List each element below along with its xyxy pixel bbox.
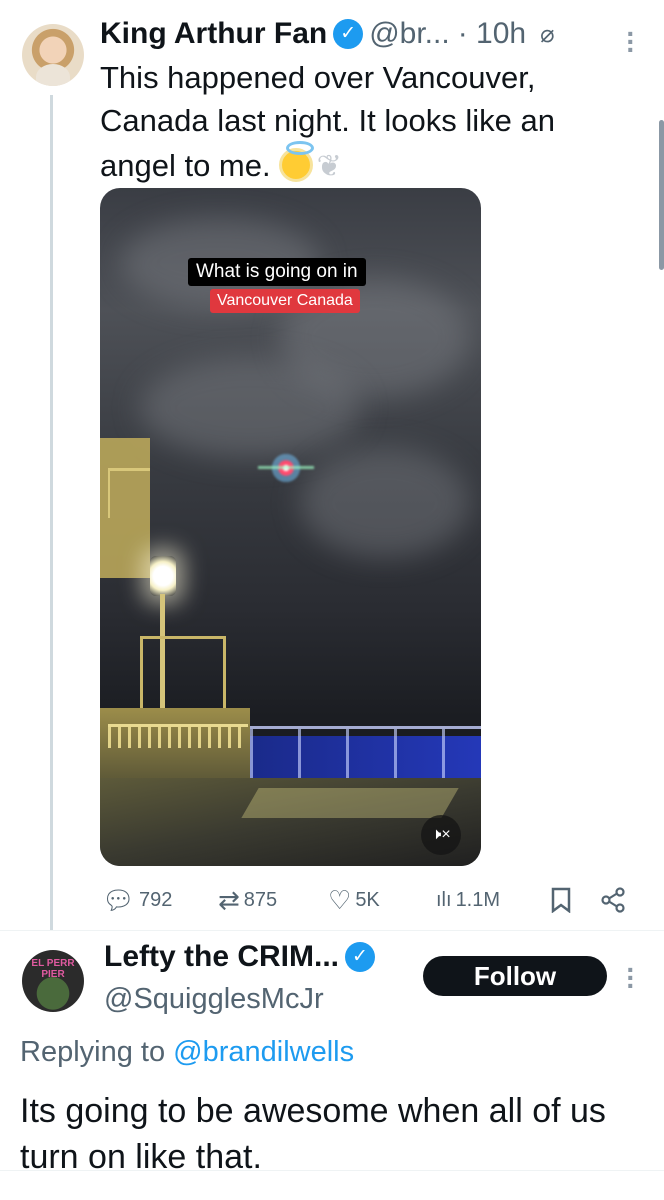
cloud-shape bbox=[140, 358, 360, 458]
verified-badge-icon: ✓ bbox=[345, 942, 376, 972]
mute-button[interactable]: 🕨× bbox=[421, 815, 461, 855]
bookmark-button[interactable] bbox=[550, 882, 572, 918]
repost-button[interactable]: ⇄ 875 bbox=[218, 882, 277, 918]
avatar[interactable]: EL PERR PIER bbox=[22, 950, 84, 1012]
smiling-face-with-halo-icon bbox=[278, 141, 314, 182]
repost-icon: ⇄ bbox=[218, 884, 240, 915]
replying-to-link[interactable]: @brandilwells bbox=[173, 1036, 354, 1068]
author-name[interactable]: King Arthur Fan bbox=[100, 17, 327, 51]
tweet-text: This happened over Vancouver, Canada las… bbox=[100, 56, 620, 188]
deck-lamp bbox=[150, 556, 176, 596]
video-caption-line2: Vancouver Canada bbox=[210, 289, 360, 313]
more-options-icon[interactable]: · · · bbox=[626, 20, 636, 64]
grok-icon[interactable]: ⌀ bbox=[540, 20, 554, 49]
tweet-header: King Arthur Fan ✓ @br... · 10h ⌀ bbox=[100, 14, 640, 54]
author-handle[interactable]: @br... bbox=[369, 17, 449, 51]
scrollbar[interactable] bbox=[659, 120, 664, 270]
share-button[interactable] bbox=[600, 882, 626, 918]
like-button[interactable]: ♡ 5K bbox=[328, 882, 380, 918]
more-options-icon[interactable]: · · · bbox=[626, 956, 636, 1000]
wing-icon: ❦ bbox=[316, 150, 342, 183]
divider bbox=[0, 1170, 664, 1171]
views-button[interactable]: ılı 1.1M bbox=[436, 882, 500, 918]
replying-prefix: Replying to bbox=[20, 1036, 174, 1068]
reply-count: 792 bbox=[139, 888, 173, 911]
blue-railing bbox=[250, 726, 481, 786]
verified-badge-icon: ✓ bbox=[333, 19, 364, 49]
video-caption-line1: What is going on in bbox=[188, 258, 366, 286]
like-count: 5K bbox=[355, 888, 380, 911]
tweet-actions: 💬︎ 792 ⇄ 875 ♡ 5K ılı 1.1M bbox=[100, 882, 640, 918]
deck-reflection bbox=[241, 788, 459, 818]
reply-icon: 💬︎ bbox=[102, 884, 136, 915]
follow-button[interactable]: Follow bbox=[423, 956, 607, 996]
replying-to: Replying to @brandilwells bbox=[20, 1036, 354, 1069]
tweet-time[interactable]: · 10h bbox=[458, 17, 526, 51]
repost-count: 875 bbox=[243, 888, 278, 911]
share-icon bbox=[601, 887, 625, 913]
thread-connector-line bbox=[50, 95, 53, 930]
sky-light bbox=[258, 450, 314, 486]
ship-cabin bbox=[140, 636, 226, 716]
deck-railing bbox=[108, 724, 248, 748]
avatar-sign-text: EL PERR PIER bbox=[31, 958, 75, 980]
video-player[interactable]: What is going on in Vancouver Canada 🕨× bbox=[100, 188, 481, 866]
avatar[interactable] bbox=[22, 24, 84, 86]
heart-icon: ♡ bbox=[328, 884, 352, 915]
reply-author-row: Lefty the CRIM... ✓ bbox=[104, 940, 381, 974]
ship-railing bbox=[108, 468, 150, 518]
analytics-icon: ılı bbox=[436, 888, 452, 911]
views-count: 1.1M bbox=[455, 888, 501, 911]
cloud-shape bbox=[300, 448, 470, 558]
bookmark-icon bbox=[551, 887, 571, 913]
divider bbox=[0, 930, 664, 931]
reply-text: Its going to be awesome when all of us t… bbox=[20, 1092, 606, 1176]
author-name[interactable]: Lefty the CRIM... bbox=[104, 940, 339, 974]
author-handle[interactable]: @SquigglesMcJr bbox=[104, 983, 324, 1016]
reply-button[interactable]: 💬︎ 792 bbox=[102, 882, 172, 918]
